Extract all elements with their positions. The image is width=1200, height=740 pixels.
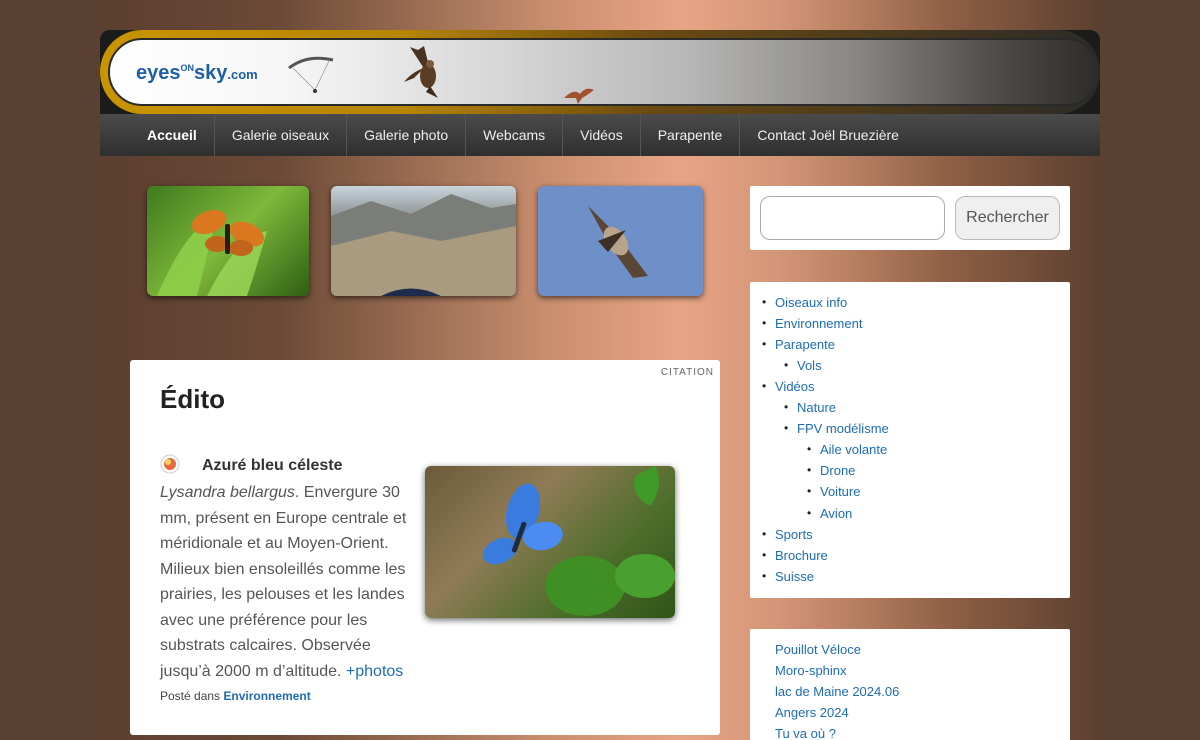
posted-in: Posté dans Environnement [160, 689, 311, 703]
category-brochure[interactable]: Brochure [762, 548, 828, 563]
more-photos-link[interactable]: +photos [346, 663, 403, 680]
latin-name: Lysandra bellargus [160, 484, 295, 501]
category-voiture[interactable]: Voiture [807, 484, 861, 499]
category-suisse[interactable]: Suisse [762, 569, 814, 584]
search-input[interactable] [760, 196, 945, 240]
posted-category-link[interactable]: Environnement [223, 689, 310, 703]
category-drone[interactable]: Drone [807, 463, 856, 478]
category-parapente[interactable]: Parapente [762, 337, 835, 352]
nav-item-galerie-photo[interactable]: Galerie photo [347, 114, 467, 156]
article-description: Lysandra bellargus. Envergure 30 mm, pré… [160, 480, 420, 684]
category-nature[interactable]: Nature [784, 400, 836, 415]
main-navigation: Accueil Galerie oiseaux Galerie photo We… [100, 114, 1100, 156]
flower-bullet-icon [160, 454, 180, 474]
nav-item-videos[interactable]: Vidéos [563, 114, 641, 156]
search-widget: Rechercher [750, 186, 1070, 250]
header-banner: eyesONsky.com [108, 38, 1100, 106]
category-avion[interactable]: Avion [807, 506, 852, 521]
category-videos[interactable]: Vidéos [762, 379, 814, 394]
category-oiseaux-info[interactable]: Oiseaux info [762, 295, 847, 310]
article-card: CITATION Édito Azuré bleu céleste Lysand… [130, 360, 720, 735]
description-text: . Envergure 30 mm, présent en Europe cen… [160, 484, 407, 680]
article-title[interactable]: Édito [160, 384, 225, 415]
nav-item-contact[interactable]: Contact Joël Bruezière [740, 114, 916, 156]
site-header: eyesONsky.com [100, 30, 1100, 114]
nav-item-accueil[interactable]: Accueil [130, 114, 215, 156]
nav-item-galerie-oiseaux[interactable]: Galerie oiseaux [215, 114, 348, 156]
search-button[interactable]: Rechercher [955, 196, 1060, 240]
page: eyesONsky.com Accueil Galerie oiseaux Ga… [100, 0, 1100, 740]
category-environnement[interactable]: Environnement [762, 316, 863, 331]
recent-posts-widget: Pouillot Véloce Moro-sphinx lac de Maine… [750, 629, 1070, 740]
kite-bird-icon [564, 88, 594, 104]
recent-post-link[interactable]: Pouillot Véloce [775, 642, 861, 657]
paraglider-icon [288, 56, 334, 93]
nav-item-parapente[interactable]: Parapente [641, 114, 741, 156]
thumbnail-hawk[interactable] [538, 186, 703, 296]
recent-post-link[interactable]: Moro-sphinx [775, 663, 847, 678]
category-sports[interactable]: Sports [762, 527, 812, 542]
recent-post-link[interactable]: lac de Maine 2024.06 [775, 684, 899, 699]
thumbnail-mountains[interactable] [331, 186, 516, 296]
nav-item-webcams[interactable]: Webcams [466, 114, 564, 156]
category-aile-volante[interactable]: Aile volante [807, 442, 887, 457]
eagle-icon [404, 46, 438, 98]
site-logo[interactable]: eyesONsky.com [136, 62, 258, 85]
species-name: Azuré bleu céleste [202, 457, 343, 474]
recent-post-link[interactable]: Angers 2024 [775, 705, 849, 720]
recent-post-link[interactable]: Tu va où ? [775, 726, 836, 740]
blue-butterfly-photo[interactable] [425, 466, 675, 618]
thumbnail-butterfly[interactable] [147, 186, 309, 296]
category-fpv-modelisme[interactable]: FPV modélisme [784, 421, 889, 436]
post-format-label[interactable]: CITATION [661, 367, 714, 378]
categories-widget: Oiseaux info Environnement Parapente Vol… [750, 282, 1070, 598]
category-vols[interactable]: Vols [784, 358, 821, 373]
